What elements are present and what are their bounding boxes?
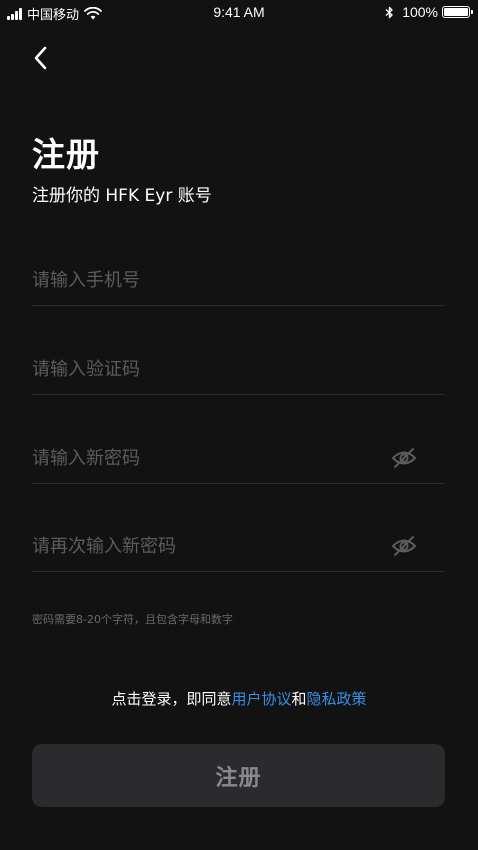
confirm-password-field (32, 521, 445, 572)
status-right: 100% (385, 4, 473, 20)
eye-off-icon (391, 536, 417, 556)
back-button[interactable] (24, 42, 56, 74)
chevron-left-icon (34, 46, 47, 70)
page-title: 注册 (32, 135, 100, 174)
password-visibility-toggle[interactable] (391, 445, 417, 471)
code-input[interactable] (32, 349, 445, 389)
password-hint: 密码需要8-20个字符，且包含字母和数字 (32, 613, 233, 626)
bluetooth-icon (385, 6, 393, 18)
password-field (32, 433, 445, 484)
user-agreement-link[interactable]: 用户协议 (231, 690, 291, 708)
phone-input[interactable] (32, 260, 445, 300)
code-field (32, 344, 445, 395)
privacy-policy-link[interactable]: 隐私政策 (307, 690, 367, 708)
password-input[interactable] (32, 438, 391, 478)
battery-icon (442, 6, 473, 18)
phone-field (32, 255, 445, 306)
status-bar: 中国移动 9:41 AM 100% (0, 0, 478, 28)
agreement-text: 点击登录，即同意用户协议和隐私政策 (0, 688, 478, 709)
battery-percent: 100% (402, 4, 438, 20)
eye-off-icon (391, 448, 417, 468)
confirm-password-visibility-toggle[interactable] (391, 533, 417, 559)
agreement-and: 和 (291, 690, 307, 708)
register-button[interactable]: 注册 (32, 744, 445, 807)
confirm-password-input[interactable] (32, 526, 391, 566)
page-subtitle: 注册你的 HFK Eyr 账号 (32, 186, 212, 206)
agreement-prefix: 点击登录，即同意 (111, 690, 232, 708)
